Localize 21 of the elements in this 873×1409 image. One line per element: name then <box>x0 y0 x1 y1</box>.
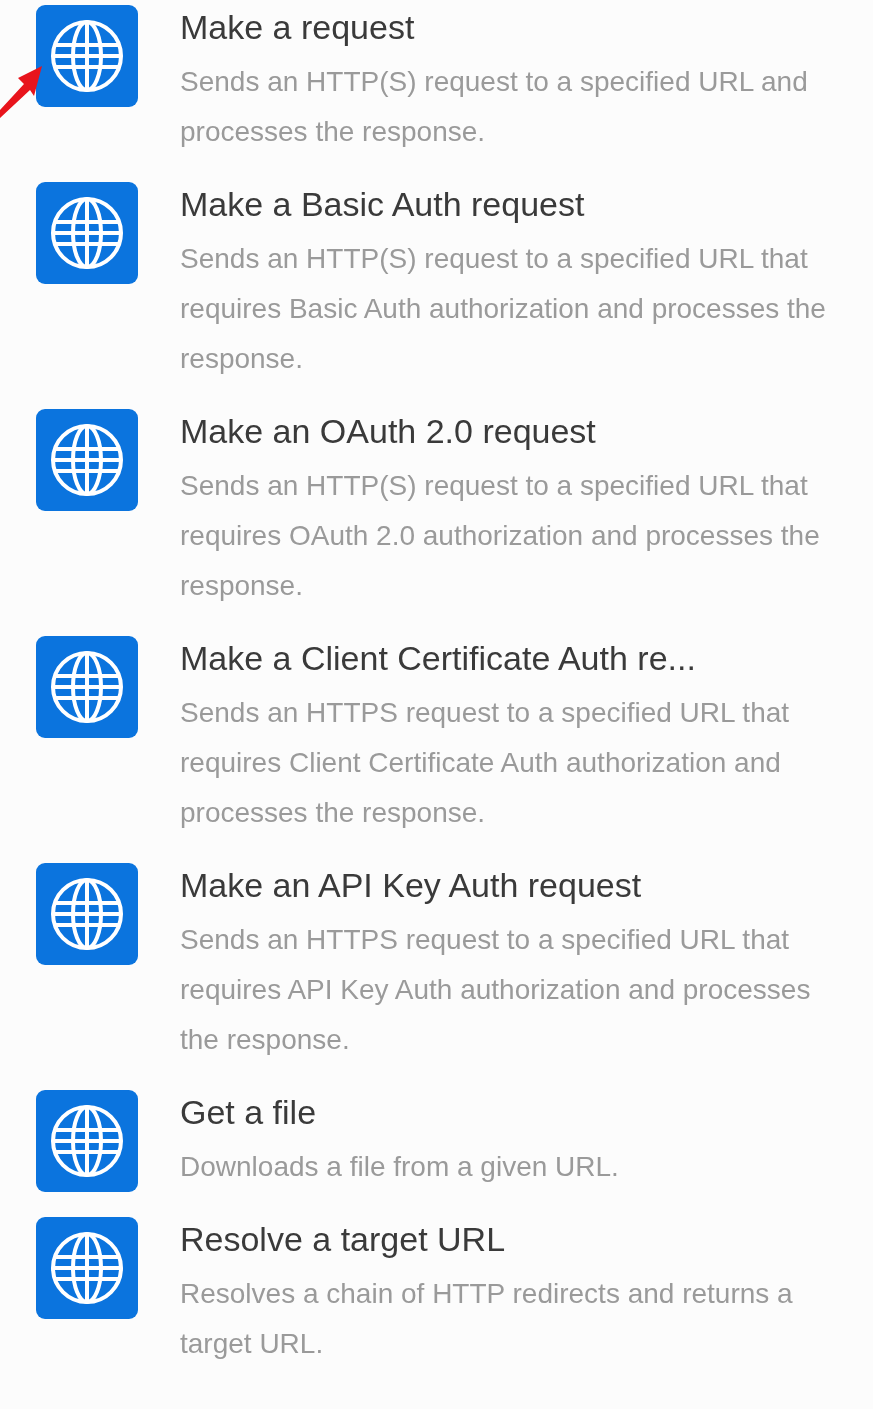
module-description: Downloads a file from a given URL. <box>180 1150 620 1184</box>
module-title[interactable]: Make an OAuth 2.0 request <box>180 401 850 461</box>
globe-icon[interactable] <box>36 863 138 965</box>
module-description: Sends an HTTPS request to a specified URL that requires API Key Auth authorization and processes the response. <box>180 923 812 1057</box>
module-description: Sends an HTTP(S) request to a specified URL and processes the response. <box>180 65 809 149</box>
module-title[interactable]: Make an API Key Auth request <box>180 855 850 915</box>
module-title[interactable]: Make a Basic Auth request <box>180 174 850 234</box>
module-title[interactable]: Get a file <box>180 1082 850 1142</box>
module-title[interactable]: Make a request <box>180 0 850 57</box>
module-description: Resolves a chain of HTTP redirects and returns a target URL. <box>180 1277 794 1361</box>
module-description: Sends an HTTPS request to a specified URL that requires Client Certificate Auth authorization and processes the response. <box>180 696 791 830</box>
globe-icon[interactable] <box>36 636 138 738</box>
globe-icon[interactable] <box>36 1217 138 1319</box>
globe-icon[interactable] <box>36 182 138 284</box>
module-title[interactable]: Resolve a target URL <box>180 1209 850 1269</box>
module-title[interactable]: Make a Client Certificate Auth re... <box>180 628 850 688</box>
globe-icon[interactable] <box>36 409 138 511</box>
module-description: Sends an HTTP(S) request to a specified URL that requires Basic Auth authorization and processes the response. <box>180 242 827 376</box>
module-description: Sends an HTTP(S) request to a specified URL that requires OAuth 2.0 authorization and processes the response. <box>180 469 821 603</box>
globe-icon[interactable] <box>36 1090 138 1192</box>
globe-icon[interactable] <box>36 5 138 107</box>
